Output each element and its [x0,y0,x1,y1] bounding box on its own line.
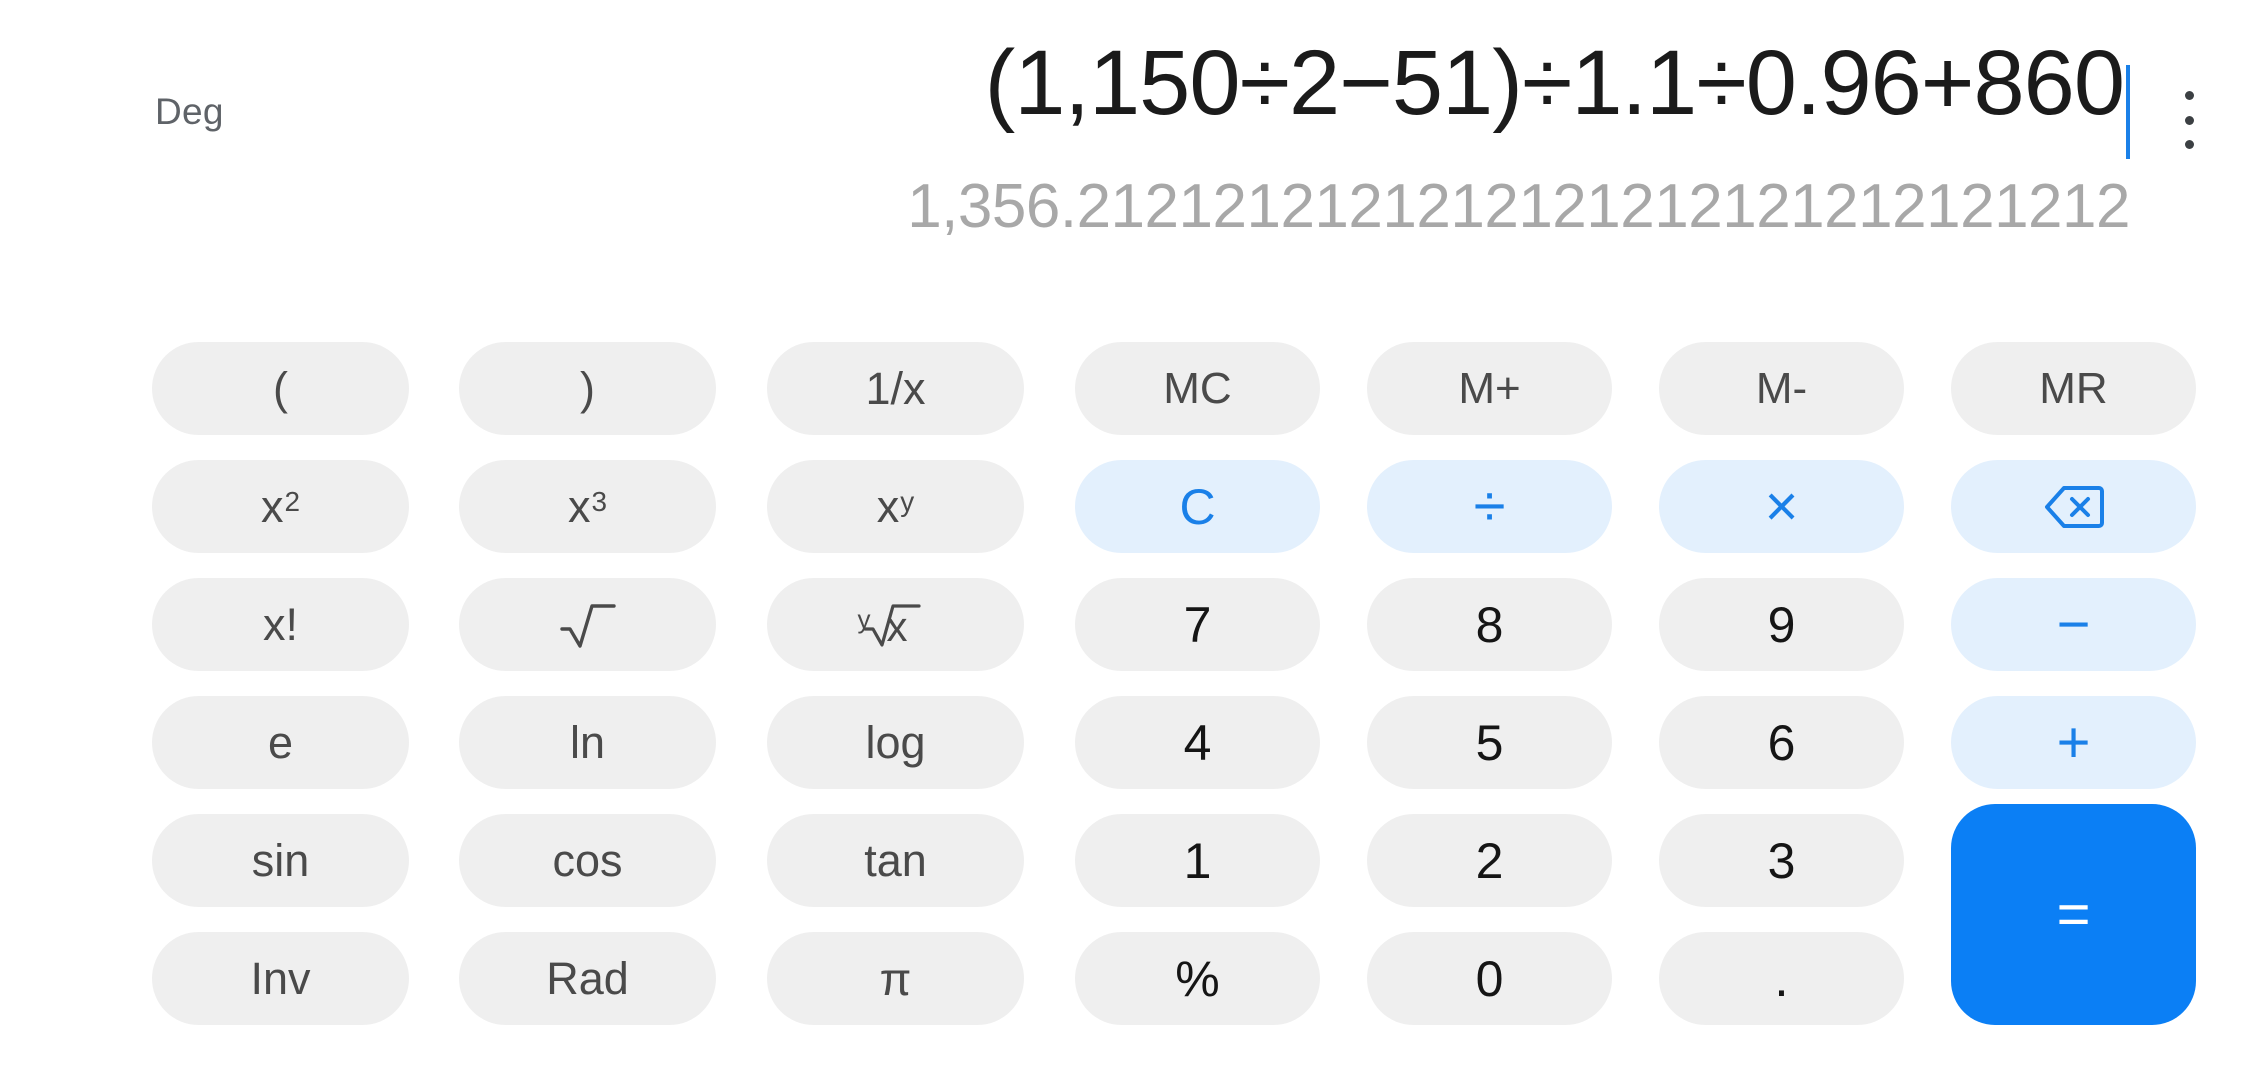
key-0-label: 0 [1475,950,1504,1007]
key-6-label: 6 [1767,714,1796,771]
key-square[interactable]: x2 [152,460,409,553]
key-equals-label: = [2056,881,2091,947]
text-cursor [2126,64,2130,159]
key-5-label: 5 [1475,714,1504,771]
key-cube-base: x [567,481,591,532]
key-inverse-label: Inv [250,953,311,1004]
display-area: Deg (1,150÷2−51)÷1.1÷0.96+860 1,356.2121… [0,0,2244,260]
key-radian-mode[interactable]: Rad [459,932,716,1025]
key-factorial-label: x! [262,599,298,650]
key-percent[interactable]: % [1075,932,1320,1025]
key-factorial[interactable]: x! [152,578,409,671]
key-0[interactable]: 0 [1367,932,1612,1025]
key-memory-recall-label: MR [2039,363,2108,413]
key-2[interactable]: 2 [1367,814,1612,907]
key-backspace[interactable] [1951,460,2196,553]
keypad: () 1/x MC M+ M- MR x 2 x 3 x y C ÷ × x! y x 7 8 9− e ln log 4 5 6 +… [0,330,2244,1080]
key-add[interactable]: + [1951,696,2196,789]
backspace-icon [2043,484,2105,530]
key-cos-label: cos [552,835,623,886]
key-memory-recall[interactable]: MR [1951,342,2196,435]
key-3[interactable]: 3 [1659,814,1904,907]
key-clear[interactable]: C [1075,460,1320,553]
key-log[interactable]: log [767,696,1024,789]
expression-row[interactable]: (1,150÷2−51)÷1.1÷0.96+860 [250,37,2130,159]
key-log-label: log [865,717,926,768]
key-pi-label: π [879,952,912,1005]
key-memory-clear-label: MC [1163,363,1232,413]
key-euler[interactable]: e [152,696,409,789]
more-vert-dot [2184,115,2194,125]
key-memory-add-label: M+ [1458,363,1521,413]
key-power[interactable]: xy [767,460,1024,553]
result-row: 1,356.2121212121212121212121212121212 [250,172,2130,242]
key-decimal[interactable]: . [1659,932,1904,1025]
sqrt-icon [559,599,617,651]
key-multiply-label: × [1764,473,1799,539]
key-percent-label: % [1175,950,1220,1007]
key-subtract-label: − [2056,591,2091,657]
key-2-label: 2 [1475,832,1504,889]
key-3-label: 3 [1767,832,1796,889]
key-sin[interactable]: sin [152,814,409,907]
calculator-app: Deg (1,150÷2−51)÷1.1÷0.96+860 1,356.2121… [0,0,2244,1080]
key-cos[interactable]: cos [459,814,716,907]
key-memory-clear[interactable]: MC [1075,342,1320,435]
more-vert-dot [2184,91,2194,100]
key-close-paren-label: ) [580,363,595,414]
key-inverse[interactable]: Inv [152,932,409,1025]
key-tan[interactable]: tan [767,814,1024,907]
key-reciprocal-label: 1/x [865,363,926,414]
key-1-label: 1 [1183,832,1212,889]
key-9-label: 9 [1767,596,1796,653]
key-divide-label: ÷ [1473,473,1506,539]
key-natural-log[interactable]: ln [459,696,716,789]
key-open-paren-label: ( [273,363,288,414]
key-reciprocal[interactable]: 1/x [767,342,1024,435]
more-vert-icon[interactable] [2165,85,2213,155]
key-equals[interactable]: = [1951,804,2196,1025]
key-8-label: 8 [1475,596,1504,653]
key-nth-root[interactable]: yx [767,578,1024,671]
key-7-label: 7 [1183,596,1212,653]
result-preview-text[interactable]: 1,356.2121212121212121212121212121212 [907,176,2130,238]
key-multiply[interactable]: × [1659,460,1904,553]
key-6[interactable]: 6 [1659,696,1904,789]
key-8[interactable]: 8 [1367,578,1612,671]
key-square-base: x [260,481,284,532]
key-subtract[interactable]: − [1951,578,2196,671]
key-clear-label: C [1179,478,1216,535]
key-divide[interactable]: ÷ [1367,460,1612,553]
key-memory-add[interactable]: M+ [1367,342,1612,435]
key-add-label: + [2056,709,2091,775]
key-power-base: x [876,481,900,532]
key-4[interactable]: 4 [1075,696,1320,789]
key-cube[interactable]: x3 [459,460,716,553]
key-pi[interactable]: π [767,932,1024,1025]
key-memory-subtract[interactable]: M- [1659,342,1904,435]
key-close-paren[interactable]: ) [459,342,716,435]
key-decimal-label: . [1774,949,1789,1008]
expression-text[interactable]: (1,150÷2−51)÷1.1÷0.96+860 [985,32,2125,134]
key-9[interactable]: 9 [1659,578,1904,671]
key-1[interactable]: 1 [1075,814,1320,907]
key-natural-log-label: ln [569,717,606,768]
expression-wrap[interactable]: (1,150÷2−51)÷1.1÷0.96+860 [985,37,2130,159]
key-5[interactable]: 5 [1367,696,1612,789]
key-memory-subtract-label: M- [1755,363,1808,413]
key-square-root[interactable] [459,578,716,671]
angle-mode-label[interactable]: Deg [155,93,224,130]
nth-root-icon: yx [850,600,942,650]
key-7[interactable]: 7 [1075,578,1320,671]
key-4-label: 4 [1183,714,1212,771]
key-sin-label: sin [251,835,310,886]
key-open-paren[interactable]: ( [152,342,409,435]
key-euler-label: e [267,717,294,768]
more-vert-dot [2184,140,2194,149]
key-tan-label: tan [864,835,927,886]
key-radian-mode-label: Rad [546,953,629,1004]
